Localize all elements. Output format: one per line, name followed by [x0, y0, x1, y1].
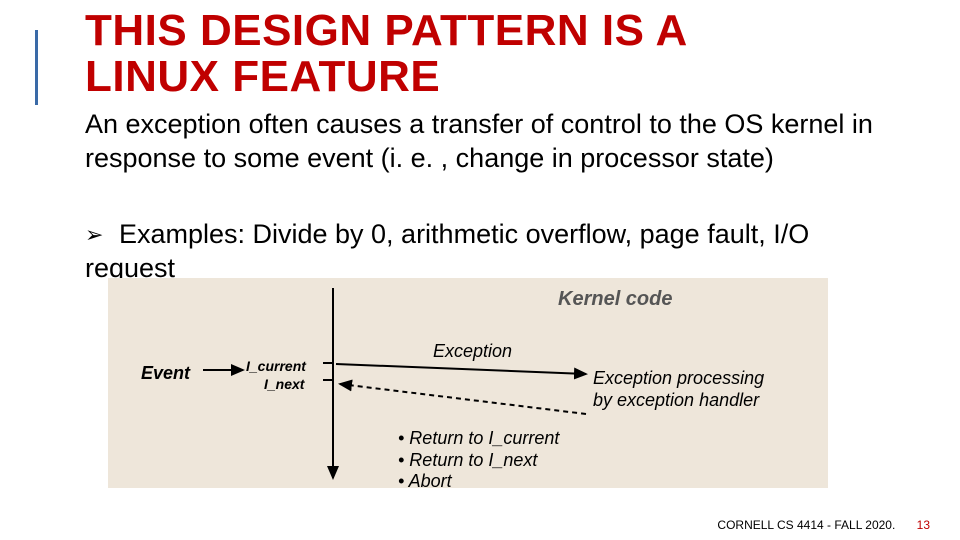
i-current-label: I_current — [246, 358, 306, 374]
exception-processing-label: Exception processing by exception handle… — [593, 368, 764, 411]
processing-line-2: by exception handler — [593, 390, 759, 410]
list-item: • Return to I_current — [398, 428, 559, 450]
return-outcomes-list: • Return to I_current • Return to I_next… — [398, 428, 559, 493]
footer-page-number: 13 — [917, 518, 930, 532]
processing-line-1: Exception processing — [593, 368, 764, 388]
footer-course: CORNELL CS 4414 - FALL 2020. — [717, 518, 895, 532]
kernel-code-label: Kernel code — [558, 288, 672, 311]
exception-label: Exception — [433, 341, 512, 362]
slide-title: THIS DESIGN PATTERN IS A LINUX FEATURE — [85, 8, 688, 100]
title-line-2: LINUX FEATURE — [85, 52, 440, 101]
event-label: Event — [141, 363, 190, 384]
intro-paragraph: An exception often causes a transfer of … — [85, 108, 915, 176]
examples-text: Examples: Divide by 0, arithmetic overfl… — [85, 219, 809, 283]
i-next-label: I_next — [264, 376, 304, 392]
bullet-arrow-icon: ➢ — [85, 221, 103, 249]
slide-footer: CORNELL CS 4414 - FALL 2020. 13 — [717, 518, 930, 532]
title-line-1: THIS DESIGN PATTERN IS A — [85, 6, 688, 55]
list-item: • Abort — [398, 471, 559, 493]
title-accent-bar — [35, 30, 38, 105]
list-item: • Return to I_next — [398, 450, 559, 472]
exception-diagram: Kernel code Event I_current I_next Excep… — [108, 278, 828, 488]
